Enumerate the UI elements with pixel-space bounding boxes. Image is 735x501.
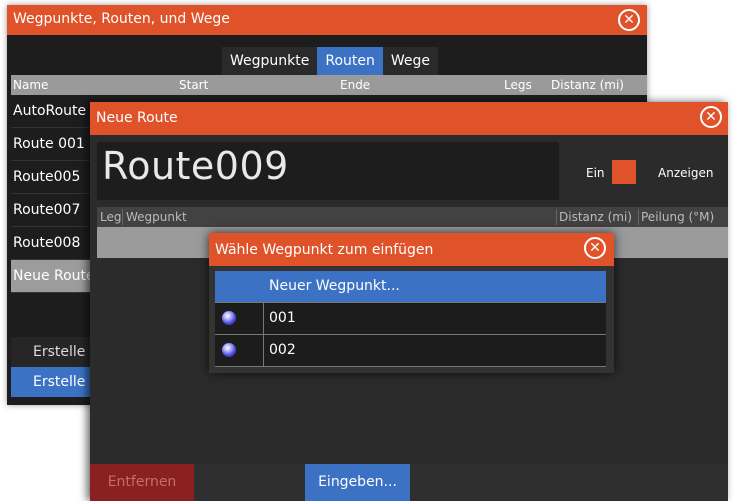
column-start[interactable]: Start bbox=[179, 78, 208, 92]
icon-cell bbox=[215, 335, 264, 366]
footer-bar: Entfernen Eingeben... bbox=[90, 464, 728, 501]
remove-button[interactable]: Entfernen bbox=[90, 464, 194, 501]
select-waypoint-dialog: Wähle Wegpunkt zum einfügen ✕ Neuer Wegp… bbox=[209, 233, 614, 373]
toggle-label: Ein bbox=[586, 166, 605, 180]
column-leg: Leg bbox=[100, 210, 122, 224]
tab-routes[interactable]: Routen bbox=[317, 47, 383, 75]
column-name[interactable]: Name bbox=[13, 78, 48, 92]
window-title: Wegpunkte, Routen, und Wege bbox=[13, 11, 230, 27]
new-waypoint-item[interactable]: Neuer Wegpunkt... bbox=[215, 271, 606, 303]
icon-cell bbox=[215, 271, 264, 302]
column-distance[interactable]: Distanz (mi) bbox=[551, 78, 624, 92]
route-name-field[interactable]: Route009 bbox=[97, 142, 559, 200]
column-distance: Distanz (mi) bbox=[559, 210, 632, 224]
routes-table-header: Name Start Ende Legs Distanz (mi) bbox=[11, 75, 647, 95]
route-row-selected[interactable]: Neue Route bbox=[11, 260, 96, 293]
waypoint-list: Neuer Wegpunkt... 001 002 bbox=[215, 271, 606, 367]
show-toggle[interactable] bbox=[612, 160, 636, 184]
show-label: Anzeigen bbox=[658, 166, 714, 180]
route-row[interactable]: Route005 bbox=[11, 161, 96, 194]
dialog-title: Wähle Wegpunkt zum einfügen bbox=[215, 242, 434, 258]
tab-bar: Wegpunkte Routen Wege bbox=[222, 47, 439, 75]
route-name: Route009 bbox=[102, 144, 289, 188]
waypoint-item[interactable]: 002 bbox=[215, 335, 606, 367]
list-item-label: 002 bbox=[269, 342, 296, 358]
column-divider bbox=[122, 209, 123, 225]
tab-waypoints[interactable]: Wegpunkte bbox=[222, 47, 318, 75]
list-item-label: 001 bbox=[269, 310, 296, 326]
route-row[interactable]: Route008 bbox=[11, 227, 96, 260]
route-row[interactable]: Route007 bbox=[11, 194, 96, 227]
route-row[interactable]: Route 001 bbox=[11, 128, 96, 161]
column-waypoint: Wegpunkt bbox=[126, 210, 187, 224]
create-button[interactable]: Erstelle bbox=[11, 337, 96, 367]
dialog-title-bar: Wähle Wegpunkt zum einfügen ✕ bbox=[209, 233, 614, 266]
list-item-label: Neuer Wegpunkt... bbox=[269, 278, 400, 294]
waypoint-item[interactable]: 001 bbox=[215, 303, 606, 335]
waypoint-dot-icon bbox=[222, 311, 236, 325]
window-title-bar: Neue Route ✕ bbox=[90, 102, 728, 135]
close-icon[interactable]: ✕ bbox=[618, 9, 640, 31]
window-title-bar: Wegpunkte, Routen, und Wege ✕ bbox=[7, 5, 647, 35]
column-legs[interactable]: Legs bbox=[504, 78, 532, 92]
window-title: Neue Route bbox=[96, 110, 178, 126]
close-icon[interactable]: ✕ bbox=[584, 237, 606, 259]
icon-cell bbox=[215, 303, 264, 334]
column-bearing: Peilung (°M) bbox=[641, 210, 715, 224]
create-button-highlighted[interactable]: Erstelle bbox=[11, 367, 96, 397]
enter-button[interactable]: Eingeben... bbox=[305, 464, 410, 501]
route-row[interactable]: AutoRoute bbox=[11, 95, 96, 128]
tab-trails[interactable]: Wege bbox=[382, 47, 439, 75]
column-divider bbox=[638, 209, 639, 225]
routes-list: AutoRoute Route 001 Route005 Route007 Ro… bbox=[11, 95, 96, 293]
column-end[interactable]: Ende bbox=[340, 78, 370, 92]
waypoint-dot-icon bbox=[222, 343, 236, 357]
column-divider bbox=[556, 209, 557, 225]
legs-table-header: Leg Wegpunkt Distanz (mi) Peilung (°M) bbox=[97, 207, 728, 227]
close-icon[interactable]: ✕ bbox=[700, 106, 722, 128]
